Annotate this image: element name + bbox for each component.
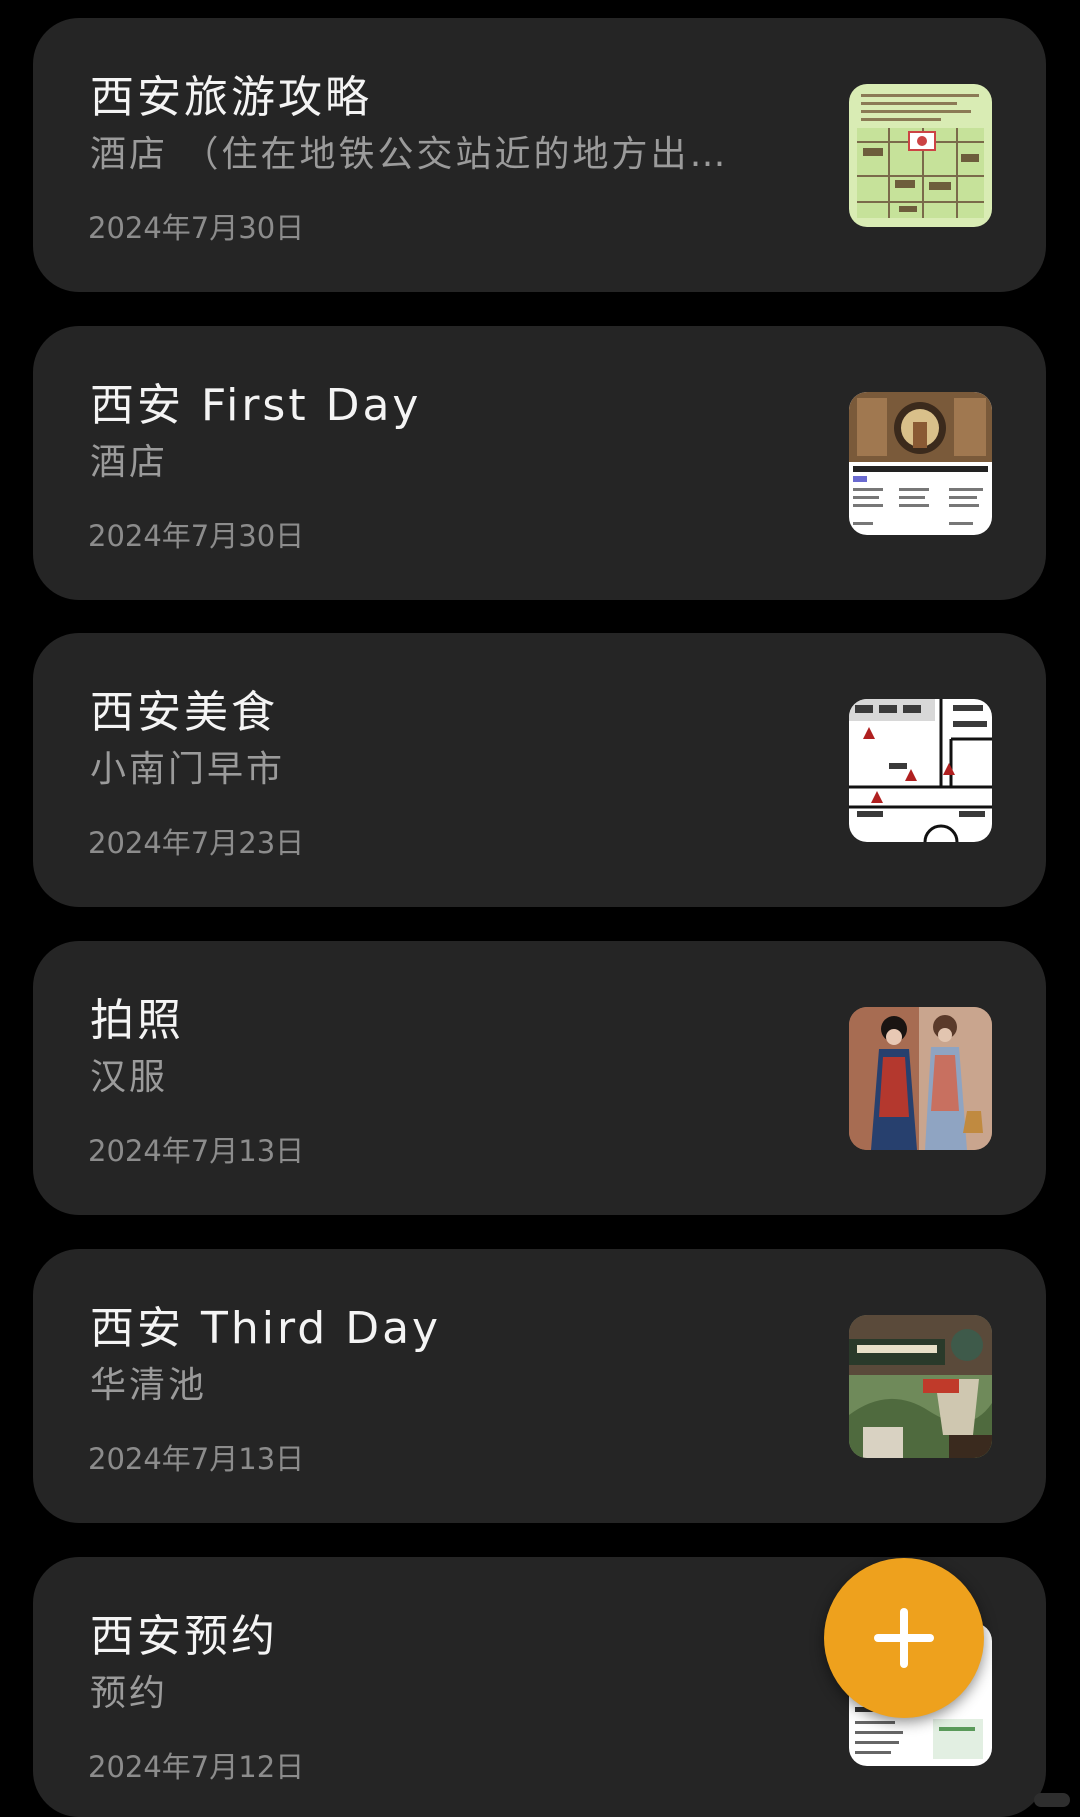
- note-title: 西安美食: [90, 687, 278, 738]
- note-snippet: 华清池: [90, 1365, 208, 1406]
- note-card[interactable]: 西安 First Day 酒店 2024年7月30日: [33, 326, 1046, 600]
- note-date: 2024年7月13日: [88, 1442, 305, 1476]
- note-snippet: 小南门早市: [90, 749, 286, 790]
- note-snippet: 酒店: [90, 442, 169, 483]
- note-card[interactable]: 西安 Third Day 华清池 2024年7月13日: [33, 1249, 1046, 1523]
- note-title: 拍照: [90, 995, 184, 1046]
- note-date: 2024年7月23日: [88, 826, 305, 860]
- note-title: 西安 Third Day: [90, 1303, 442, 1354]
- note-title: 西安预约: [90, 1611, 278, 1662]
- note-snippet: 酒店 （住在地铁公交站近的地方出…: [90, 134, 729, 175]
- note-snippet: 汉服: [90, 1057, 169, 1098]
- note-date: 2024年7月30日: [88, 519, 305, 553]
- note-snippet: 预约: [90, 1673, 169, 1714]
- note-card[interactable]: 西安美食 小南门早市 2024年7月23日: [33, 633, 1046, 907]
- watermark: [1034, 1793, 1070, 1807]
- add-note-button[interactable]: [824, 1558, 984, 1718]
- street-map-thumbnail: [849, 699, 992, 842]
- note-date: 2024年7月12日: [88, 1750, 305, 1784]
- huaqing-palace-thumbnail: [849, 1315, 992, 1458]
- hotel-listing-thumbnail: [849, 392, 992, 535]
- note-card[interactable]: 拍照 汉服 2024年7月13日: [33, 941, 1046, 1215]
- note-date: 2024年7月30日: [88, 211, 305, 245]
- note-date: 2024年7月13日: [88, 1134, 305, 1168]
- map-thumbnail: [849, 84, 992, 227]
- note-title: 西安 First Day: [90, 380, 422, 431]
- hanfu-photo-thumbnail: [849, 1007, 992, 1150]
- note-title: 西安旅游攻略: [90, 72, 372, 123]
- note-card[interactable]: 西安旅游攻略 酒店 （住在地铁公交站近的地方出… 2024年7月30日: [33, 18, 1046, 292]
